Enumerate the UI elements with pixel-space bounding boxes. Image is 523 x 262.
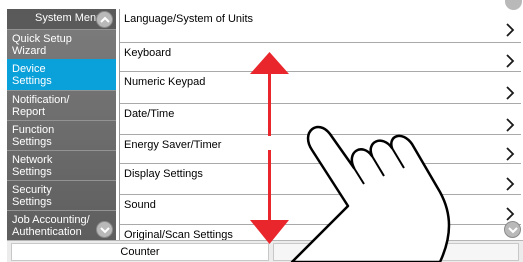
chevron-right-icon: [506, 54, 515, 68]
list-item-sound[interactable]: Sound: [119, 195, 521, 225]
list-item-label: Numeric Keypad: [124, 76, 206, 88]
chevron-right-icon: [506, 23, 515, 37]
list-divider: [119, 9, 120, 240]
sidebar: System Menu Quick Setup Wizard Device Se…: [7, 9, 116, 240]
list-item-language-system-of-units[interactable]: Language/System of Units: [119, 9, 521, 43]
list-item-date-time[interactable]: Date/Time: [119, 104, 521, 135]
sidebar-scroll-up-button[interactable]: [96, 11, 113, 28]
sidebar-item-label: Notification/: [12, 94, 70, 106]
list-scroll-down-button[interactable]: [504, 221, 521, 238]
bottom-bar-blank-button: [273, 243, 519, 261]
list-item-label: Display Settings: [124, 168, 203, 180]
counter-button[interactable]: Counter: [11, 243, 269, 261]
sidebar-item-label: Settings: [12, 166, 52, 178]
chevron-right-icon: [506, 147, 515, 161]
sidebar-item-label: Security: [12, 184, 52, 196]
list-item-display-settings[interactable]: Display Settings: [119, 164, 521, 195]
list-item-label: Energy Saver/Timer: [124, 139, 222, 151]
sidebar-header: System Menu: [7, 9, 116, 29]
sidebar-item-label: Quick Setup: [12, 33, 72, 45]
sidebar-item-label: Settings: [12, 75, 52, 87]
chevron-right-icon: [506, 207, 515, 221]
sidebar-item-label: Device: [12, 63, 46, 75]
sidebar-item-network-settings[interactable]: Network Settings: [7, 150, 116, 180]
sidebar-item-function-settings[interactable]: Function Settings: [7, 120, 116, 150]
list-item-label: Language/System of Units: [124, 13, 254, 25]
sidebar-title: System Menu: [35, 12, 103, 24]
sidebar-item-label: Function: [12, 124, 55, 136]
list-item-label: Keyboard: [124, 47, 172, 59]
list-item-keyboard[interactable]: Keyboard: [119, 43, 521, 72]
bottom-bar: Counter: [7, 240, 523, 262]
sidebar-item-security-settings[interactable]: Security Settings: [7, 180, 116, 210]
sidebar-item-label: Report: [12, 106, 46, 118]
list-item-numeric-keypad[interactable]: Numeric Keypad: [119, 72, 521, 104]
system-menu-screen: System Menu Quick Setup Wizard Device Se…: [0, 0, 523, 262]
sidebar-item-notification-report[interactable]: Notification/ Report: [7, 90, 116, 120]
sidebar-item-label: Settings: [12, 196, 52, 208]
list-item-original-scan-settings[interactable]: Original/Scan Settings: [119, 225, 521, 240]
sidebar-item-label: Settings: [12, 136, 52, 148]
list-item-label: Date/Time: [124, 108, 175, 120]
chevron-right-icon: [506, 86, 515, 100]
chevron-up-icon: [100, 16, 110, 23]
chevron-right-icon: [506, 177, 515, 191]
list-item-label: Sound: [124, 199, 156, 211]
sidebar-item-label: Network: [12, 154, 53, 166]
sidebar-scroll-down-button[interactable]: [96, 221, 113, 238]
chevron-right-icon: [506, 118, 515, 132]
sidebar-item-quick-setup-wizard[interactable]: Quick Setup Wizard: [7, 29, 116, 59]
settings-list: Language/System of Units Keyboard Numeri…: [119, 9, 523, 240]
counter-label: Counter: [120, 246, 160, 258]
chevron-down-icon: [508, 227, 518, 234]
sidebar-item-device-settings[interactable]: Device Settings: [7, 59, 116, 90]
list-item-label: Original/Scan Settings: [124, 229, 233, 240]
chevron-down-icon: [100, 227, 110, 234]
list-item-energy-saver-timer[interactable]: Energy Saver/Timer: [119, 135, 521, 164]
sidebar-item-label: Wizard: [12, 45, 47, 57]
